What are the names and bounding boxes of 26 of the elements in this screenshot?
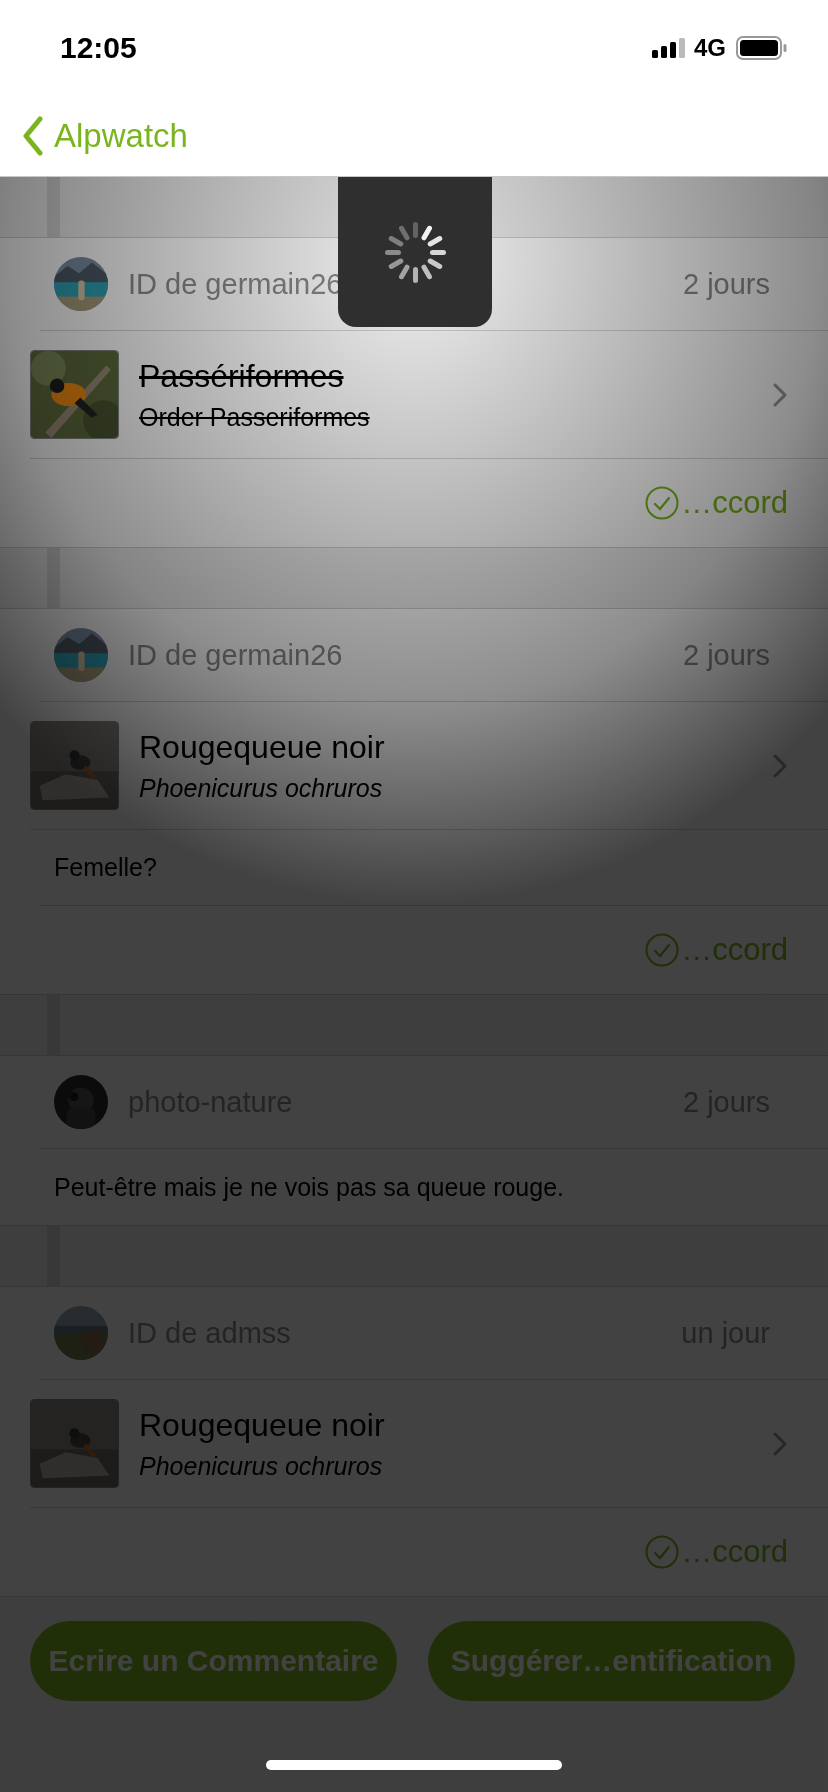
check-circle-icon [645,486,680,520]
taxon-name: Rougequeue noir [139,1406,386,1444]
check-circle-icon [645,933,680,967]
chevron-right-icon [772,1430,788,1457]
scientific-name: Phoenicurus ochruros [139,773,384,803]
time-ago: 2 jours [682,267,770,301]
signal-icon [652,38,686,58]
agree-button[interactable]: …ccord [645,485,788,521]
back-button[interactable]: Alpwatch [22,116,188,156]
username[interactable]: ID de germain26 [128,267,663,301]
taxon-name: Rougequeue noir [139,728,386,766]
comment-text: Femelle? [54,853,157,882]
scientific-name: Phoenicurus ochruros [139,1451,384,1481]
network-label: 4G [694,34,726,62]
agree-button[interactable]: …ccord [645,932,788,968]
taxon-name: Passériformes [139,357,345,395]
clock-time: 12:05 [60,31,137,65]
chevron-right-icon [772,752,788,779]
back-chevron-icon [22,116,44,156]
username[interactable]: ID de germain26 [128,638,663,672]
chevron-right-icon [772,381,788,408]
comment-text: Peut-être mais je ne vois pas sa queue rouge. [54,1172,565,1202]
agree-button[interactable]: …ccord [645,1534,788,1570]
battery-icon [736,36,788,60]
scientific-name: Order Passeriformes [139,402,371,432]
check-circle-icon [645,1535,680,1569]
